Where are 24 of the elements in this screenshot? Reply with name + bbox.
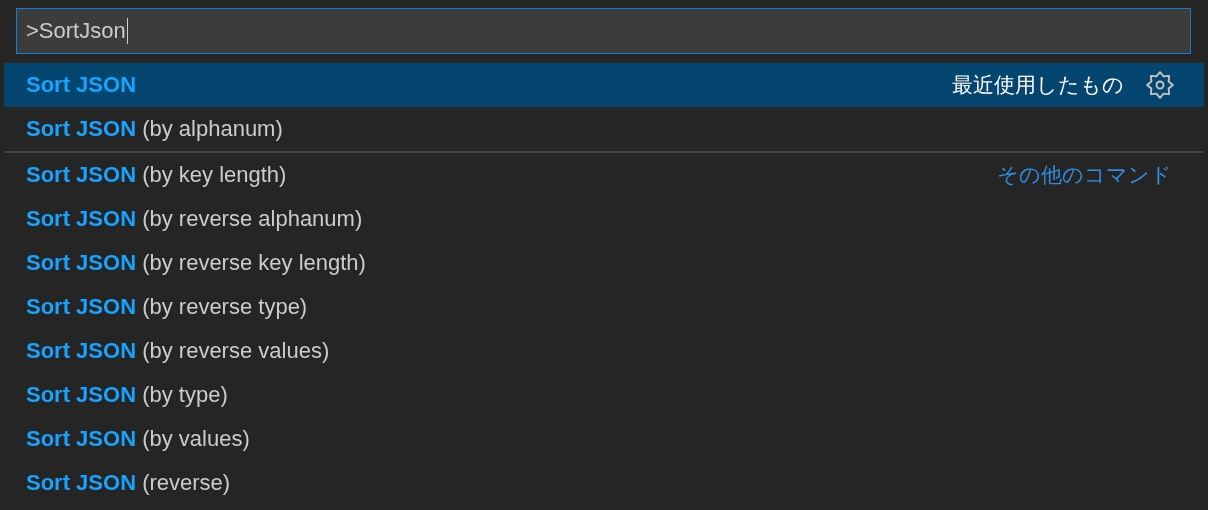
command-label: Sort JSON (reverse) bbox=[26, 470, 231, 496]
group-label: 最近使用したもの bbox=[952, 72, 1124, 98]
command-input[interactable]: >SortJson bbox=[16, 8, 1191, 54]
command-label: Sort JSON (by alphanum) bbox=[26, 116, 283, 142]
command-label: Sort JSON (by values) bbox=[26, 426, 250, 452]
settings-icon[interactable] bbox=[1146, 71, 1174, 99]
command-label: Sort JSON (by type) bbox=[26, 382, 228, 408]
command-label: Sort JSON (by key length) bbox=[26, 162, 287, 188]
command-item[interactable]: Sort JSON (by type) bbox=[4, 373, 1204, 417]
command-label: Sort JSON (by reverse key length) bbox=[26, 250, 366, 276]
command-label: Sort JSON (by reverse type) bbox=[26, 294, 308, 320]
command-item[interactable]: Sort JSON (by reverse key length) bbox=[4, 241, 1204, 285]
command-item[interactable]: Sort JSON (reverse) bbox=[4, 461, 1204, 505]
command-item[interactable]: Sort JSON (by reverse values) bbox=[4, 329, 1204, 373]
command-label: Sort JSON bbox=[26, 72, 137, 98]
group-label: その他のコマンド bbox=[997, 162, 1172, 188]
command-item[interactable]: Sort JSON (by reverse type) bbox=[4, 285, 1204, 329]
command-item[interactable]: Sort JSON (by reverse alphanum) bbox=[4, 197, 1204, 241]
command-item[interactable]: Sort JSON (by key length) その他のコマンド bbox=[4, 153, 1204, 197]
command-item[interactable]: Sort JSON (by values) bbox=[4, 417, 1204, 461]
command-item[interactable]: Sort JSON 最近使用したもの bbox=[4, 63, 1204, 107]
command-item[interactable]: Sort JSON (by alphanum) bbox=[4, 107, 1204, 151]
command-label: Sort JSON (by reverse alphanum) bbox=[26, 206, 363, 232]
command-label: Sort JSON (by reverse values) bbox=[26, 338, 330, 364]
